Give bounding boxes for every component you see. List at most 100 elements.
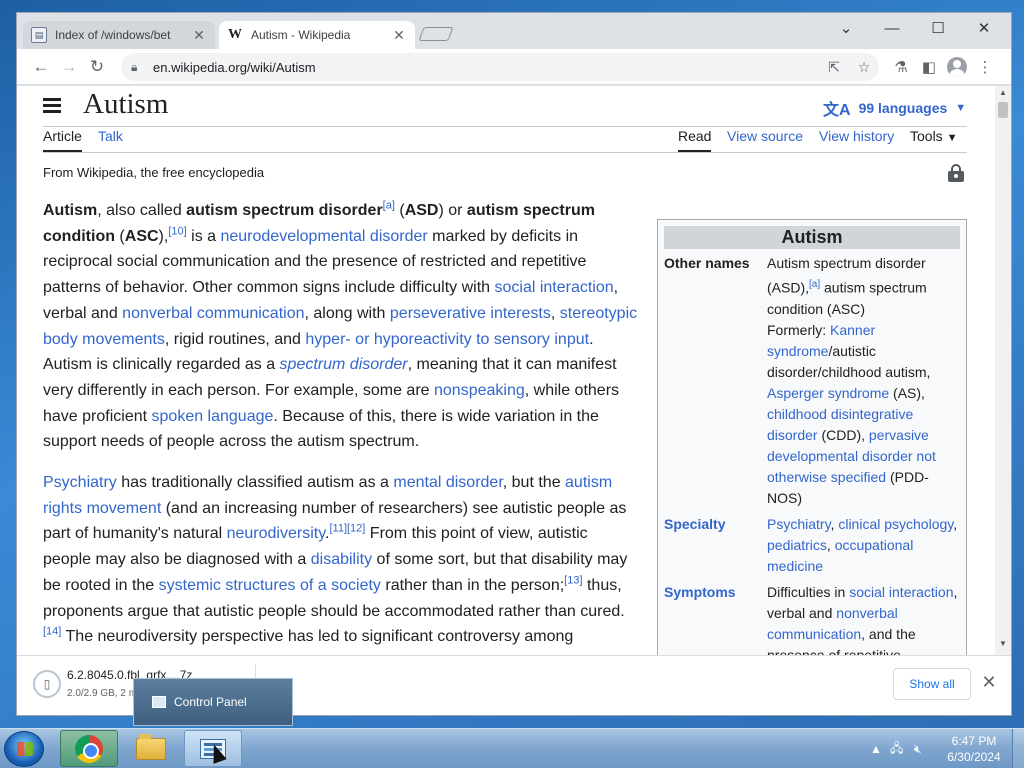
download-progress: 2.0/2.9 GB, 2 m <box>67 688 138 699</box>
show-all-button[interactable]: Show all <box>893 668 971 700</box>
tab-index-windows[interactable]: ▤ Index of /windows/bet ✕ <box>23 21 215 49</box>
control-panel-icon <box>152 696 166 708</box>
share-icon[interactable]: ⇱ <box>819 59 849 76</box>
wiki-link[interactable]: social interaction <box>849 584 953 600</box>
scroll-thumb[interactable] <box>998 102 1008 118</box>
page-scrollbar[interactable]: ▲ ▼ <box>995 86 1011 655</box>
side-panel-icon[interactable]: ◧ <box>917 55 941 79</box>
citation-link[interactable]: [14] <box>43 626 61 638</box>
wiki-link[interactable]: pediatrics <box>767 537 827 553</box>
citation-link[interactable]: [a] <box>383 200 395 212</box>
tab-close-icon[interactable]: ✕ <box>391 27 407 44</box>
folder-icon <box>136 733 166 760</box>
lab-flask-icon[interactable]: ⚗ <box>889 55 913 79</box>
taskbar: ▲ 🖧︎ 🔇︎ 6:47 PM 6/30/2024 <box>0 728 1024 768</box>
network-icon[interactable]: 🖧︎ <box>890 729 903 768</box>
citation-link[interactable]: [13] <box>564 575 582 587</box>
taskbar-chrome[interactable] <box>60 730 118 767</box>
protection-lock-icon[interactable] <box>948 164 964 182</box>
wiki-link[interactable]: nonspeaking <box>434 382 525 399</box>
profile-avatar[interactable] <box>945 55 969 79</box>
text-run: rather than in the person; <box>380 576 565 594</box>
main-menu-icon[interactable] <box>43 97 61 113</box>
wiki-link[interactable]: spoken language <box>152 408 274 425</box>
tools-menu[interactable]: Tools ▼ <box>910 128 957 150</box>
tab-autism-wikipedia[interactable]: W Autism - Wikipedia ✕ <box>219 21 415 49</box>
wiki-link[interactable]: clinical psychology <box>838 516 953 532</box>
forward-arrow-icon[interactable]: → <box>57 55 81 79</box>
wiki-link[interactable]: hyper- or hyporeactivity to sensory inpu… <box>305 331 589 348</box>
menu-kebab-icon[interactable]: ⋮ <box>973 55 997 79</box>
citation-link[interactable]: [11][12] <box>329 523 365 535</box>
wiki-link[interactable]: neurodiversity <box>227 525 325 542</box>
chrome-window: ▤ Index of /windows/bet ✕ W Autism - Wik… <box>16 12 1012 716</box>
wiki-link[interactable]: systemic structures of a society <box>159 577 381 594</box>
wiki-link[interactable]: Psychiatry <box>43 474 117 491</box>
tab-article[interactable]: Article <box>43 128 82 152</box>
avatar <box>947 57 967 77</box>
infobox-key[interactable]: Symptoms <box>664 582 767 655</box>
languages-button[interactable]: 文A 99 languages ▼ <box>823 96 966 120</box>
infobox-title: Autism <box>664 226 960 249</box>
tab-search-chevron-icon[interactable]: ⌄ <box>823 13 869 43</box>
tagline: From Wikipedia, the free encyclopedia <box>43 165 265 180</box>
tab-read[interactable]: Read <box>678 128 712 152</box>
wiki-link[interactable]: nonverbal communication <box>122 305 304 322</box>
clock[interactable]: 6:47 PM 6/30/2024 <box>936 733 1012 765</box>
text-run: (AS), <box>889 384 925 401</box>
citation-link[interactable]: [10] <box>168 225 186 237</box>
text-run: , but the <box>502 474 566 492</box>
infobox-value: Psychiatry, clinical psychology, pediatr… <box>767 514 960 577</box>
close-download-bar-icon[interactable]: ✕ <box>979 672 999 693</box>
text-run: , rigid routines, and <box>164 330 306 348</box>
maximize-button[interactable]: ☐ <box>915 13 961 43</box>
scroll-up-icon[interactable]: ▲ <box>995 88 1011 102</box>
show-desktop-button[interactable] <box>1012 729 1024 768</box>
scroll-down-icon[interactable]: ▼ <box>995 639 1011 653</box>
close-window-button[interactable]: ✕ <box>961 13 1007 43</box>
start-button[interactable] <box>4 731 44 767</box>
infobox-key[interactable]: Specialty <box>664 514 767 577</box>
wiki-link[interactable]: disability <box>311 551 372 568</box>
chevron-down-icon: ▼ <box>946 132 958 144</box>
bold-term: autism spectrum disorder <box>186 202 383 219</box>
volume-muted-icon[interactable]: 🔇︎ <box>914 729 922 768</box>
show-hidden-icons[interactable]: ▲ <box>870 729 882 768</box>
wiki-link[interactable]: neurodevelopmental disorder <box>220 228 427 245</box>
wiki-link[interactable]: Psychiatry <box>767 516 831 532</box>
infobox-row: Other names Autism spectrum disorder (ASD… <box>664 253 960 509</box>
address-bar[interactable]: 🔒︎ en.wikipedia.org/wiki/Autism ⇱ ☆ <box>121 53 879 81</box>
new-tab-button[interactable] <box>418 27 454 41</box>
file-icon[interactable]: ▯ <box>33 670 61 698</box>
text-run: Difficulties in <box>767 583 850 600</box>
tab-talk[interactable]: Talk <box>98 128 123 150</box>
tools-label: Tools <box>910 128 943 144</box>
infobox-rows: Other names Autism spectrum disorder (ASD… <box>664 253 960 655</box>
reload-icon[interactable]: ↻ <box>85 55 109 79</box>
url-text[interactable]: en.wikipedia.org/wiki/Autism <box>153 60 819 75</box>
page-title: Autism <box>83 88 169 120</box>
wiki-link[interactable]: perseverative interests <box>390 305 551 322</box>
wiki-link[interactable]: social interaction <box>494 279 613 296</box>
bold-term: ASD <box>404 202 439 219</box>
bold-term: Autism <box>43 202 98 219</box>
wiki-link[interactable]: Asperger syndrome <box>767 385 889 401</box>
wiki-link[interactable]: spectrum disorder <box>280 356 408 373</box>
taskbar-explorer[interactable] <box>122 730 180 767</box>
minimize-button[interactable]: — <box>869 13 915 43</box>
paragraph-1: Autism, also called autism spectrum diso… <box>43 198 639 455</box>
text-run: , also called <box>97 202 187 219</box>
bold-term: ASC <box>124 227 159 245</box>
bookmark-star-icon[interactable]: ☆ <box>849 59 879 76</box>
tab-view-history[interactable]: View history <box>819 128 894 150</box>
clock-time: 6:47 PM <box>951 734 997 748</box>
text-run: ), <box>158 227 169 245</box>
tab-view-source[interactable]: View source <box>727 128 803 150</box>
tab-close-icon[interactable]: ✕ <box>191 27 207 44</box>
citation-link[interactable]: [a] <box>809 279 820 290</box>
wiki-link[interactable]: mental disorder <box>393 474 502 491</box>
back-arrow-icon[interactable]: ← <box>29 55 53 79</box>
clock-date: 6/30/2024 <box>947 750 1001 764</box>
text-run: , <box>826 536 835 553</box>
text-run: ( <box>114 227 125 245</box>
